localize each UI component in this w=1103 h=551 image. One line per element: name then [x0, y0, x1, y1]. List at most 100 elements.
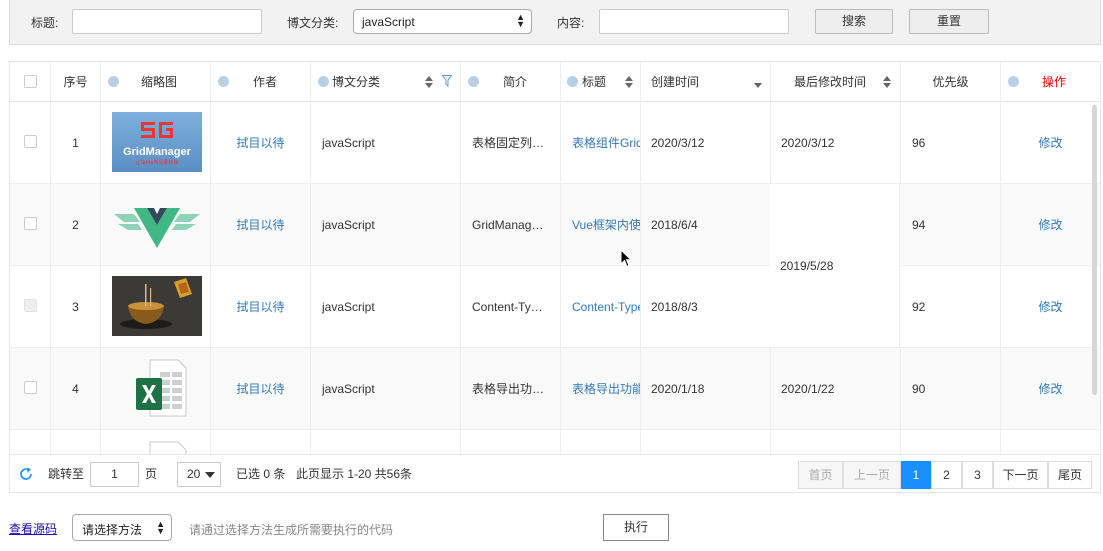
sort-icon[interactable] — [883, 74, 891, 90]
info-icon[interactable] — [1008, 76, 1019, 87]
row-thumb-cell — [101, 266, 211, 348]
header-select-all-cell — [10, 62, 51, 102]
row-checkbox[interactable] — [24, 381, 37, 394]
row-priority: 90 — [901, 348, 1001, 430]
prev-page-button[interactable]: 上一页 — [843, 461, 901, 489]
view-source-link[interactable]: 查看源码 — [9, 520, 57, 537]
category-filter-select[interactable]: javaScript ▲ ▼ — [353, 9, 532, 34]
title-filter-input[interactable] — [72, 9, 262, 34]
header-created[interactable]: 创建时间 — [641, 62, 771, 102]
row-edit-link[interactable]: 修改 — [1001, 184, 1100, 266]
row-modified: 2020/3/12 — [771, 102, 901, 184]
info-icon[interactable] — [567, 76, 578, 87]
header-created-label: 创建时间 — [651, 75, 700, 89]
sort-desc-icon[interactable] — [754, 83, 762, 88]
row-intro: 表格导出功… — [461, 348, 561, 430]
header-category[interactable]: 博文分类 — [311, 62, 461, 102]
next-page-button[interactable]: 下一页 — [993, 461, 1048, 489]
info-icon[interactable] — [218, 76, 229, 87]
row-title-link[interactable]: Content-Type — [561, 266, 641, 348]
sort-icon[interactable] — [625, 74, 633, 90]
filter-icon[interactable] — [442, 75, 452, 87]
row-author[interactable]: 拭目以待 — [211, 184, 311, 266]
info-icon[interactable] — [468, 76, 479, 87]
row-author[interactable]: 拭目以待 — [211, 266, 311, 348]
goto-label: 跳转至 — [48, 467, 85, 481]
page-button-2[interactable]: 2 — [931, 461, 962, 489]
vertical-scrollbar[interactable] — [1091, 103, 1099, 454]
first-page-button[interactable]: 首页 — [798, 461, 843, 489]
scrollbar-thumb[interactable] — [1092, 105, 1097, 395]
file-icon — [149, 441, 187, 454]
row-edit-link[interactable]: 修改 — [1001, 348, 1100, 430]
title-filter-label: 标题: — [31, 16, 59, 30]
category-filter-value: javaScript — [362, 15, 415, 29]
header-index: 序号 — [51, 62, 101, 102]
mouse-cursor-icon — [620, 249, 632, 268]
row-index: 1 — [51, 102, 101, 184]
grid-header: 序号 缩略图 作者 博文分类 简介 标题 创建时间 最后修改时间 优先级 操作 — [10, 62, 1100, 102]
sort-icon[interactable] — [425, 74, 433, 90]
row-priority: 96 — [901, 102, 1001, 184]
category-filter-label: 博文分类: — [287, 16, 339, 30]
row-select-cell — [10, 102, 51, 184]
select-arrows-icon: ▲ ▼ — [156, 519, 165, 536]
refresh-icon[interactable] — [19, 467, 33, 481]
last-page-button[interactable]: 尾页 — [1048, 461, 1092, 489]
table-row[interactable]: 3 拭目以待 javaScript Content-Ty… Content-Ty… — [10, 266, 1100, 348]
selected-count: 已选 0 条 — [236, 467, 286, 481]
content-filter-label: 内容: — [557, 16, 585, 30]
header-action: 操作 — [1001, 62, 1100, 102]
row-title-link[interactable]: 表格导出功能 — [561, 348, 641, 430]
row-category: javaScript — [311, 266, 461, 348]
select-all-checkbox[interactable] — [24, 75, 37, 88]
demo-toolbar: 查看源码 请选择方法 ▲ ▼ 请通过选择方法生成所需要执行的代码 执行 — [0, 506, 1103, 551]
row-priority: 94 — [901, 184, 1001, 266]
row-edit-link[interactable]: 修改 — [1001, 266, 1100, 348]
header-title[interactable]: 标题 — [561, 62, 641, 102]
grid-body: 1 GridManager 让Table所见即所得 拭目以待 javaScrip… — [10, 102, 1100, 454]
page-button-1[interactable]: 1 — [901, 461, 931, 489]
row-index — [51, 430, 101, 454]
table-row[interactable]: 4 拭目以待 javaScript 表格导出功… 表格导出功能 2020/1/1… — [10, 348, 1100, 430]
execute-button[interactable]: 执行 — [603, 514, 669, 541]
row-index: 2 — [51, 184, 101, 266]
method-select[interactable]: 请选择方法 ▲ ▼ — [72, 514, 172, 541]
header-author: 作者 — [211, 62, 311, 102]
goto-page-input[interactable]: 1 — [90, 462, 139, 487]
header-modified[interactable]: 最后修改时间 — [771, 62, 901, 102]
search-bar: 标题: 博文分类: javaScript ▲ ▼ 内容: 搜索 重置 — [9, 0, 1101, 45]
header-modified-label: 最后修改时间 — [794, 75, 867, 89]
reset-button[interactable]: 重置 — [909, 9, 989, 34]
page-size-select[interactable]: 20 — [177, 462, 221, 487]
page-button-3[interactable]: 3 — [962, 461, 993, 489]
header-author-label: 作者 — [253, 75, 278, 89]
row-priority: 92 — [901, 266, 1001, 348]
gridmanager-logo-subtext: 让Table所见即所得 — [136, 159, 179, 166]
info-icon[interactable] — [318, 76, 329, 87]
page-size-value: 20 — [187, 467, 201, 481]
row-select-cell — [10, 266, 51, 348]
row-title-link[interactable]: 表格组件Grid — [561, 102, 641, 184]
row-category: javaScript — [311, 184, 461, 266]
row-edit-link[interactable]: 修改 — [1001, 102, 1100, 184]
row-author[interactable]: 拭目以待 — [211, 102, 311, 184]
row-author[interactable]: 拭目以待 — [211, 348, 311, 430]
table-row[interactable]: 1 GridManager 让Table所见即所得 拭目以待 javaScrip… — [10, 102, 1100, 184]
content-filter-input[interactable] — [599, 9, 789, 34]
select-arrows-icon: ▲ ▼ — [516, 12, 525, 29]
table-row[interactable] — [10, 430, 1100, 454]
table-row[interactable]: 2 拭目以待 javaScript GridManag… Vue框架内使 201… — [10, 184, 1100, 266]
row-intro: GridManag… — [461, 184, 561, 266]
row-created: 2020/1/18 — [641, 348, 771, 430]
row-thumb-cell — [101, 348, 211, 430]
row-checkbox[interactable] — [24, 135, 37, 148]
row-category: javaScript — [311, 348, 461, 430]
row-checkbox[interactable] — [24, 217, 37, 230]
header-action-label: 操作 — [1042, 75, 1067, 89]
search-button[interactable]: 搜索 — [815, 9, 893, 34]
info-icon[interactable] — [108, 76, 119, 87]
grid-footer: 跳转至 1 页 20 已选 0 条 此页显示 1-20 共56条 首页 上一页 … — [10, 454, 1100, 492]
header-category-label: 博文分类 — [332, 75, 381, 89]
gridmanager-logo-text: GridManager — [123, 146, 192, 158]
